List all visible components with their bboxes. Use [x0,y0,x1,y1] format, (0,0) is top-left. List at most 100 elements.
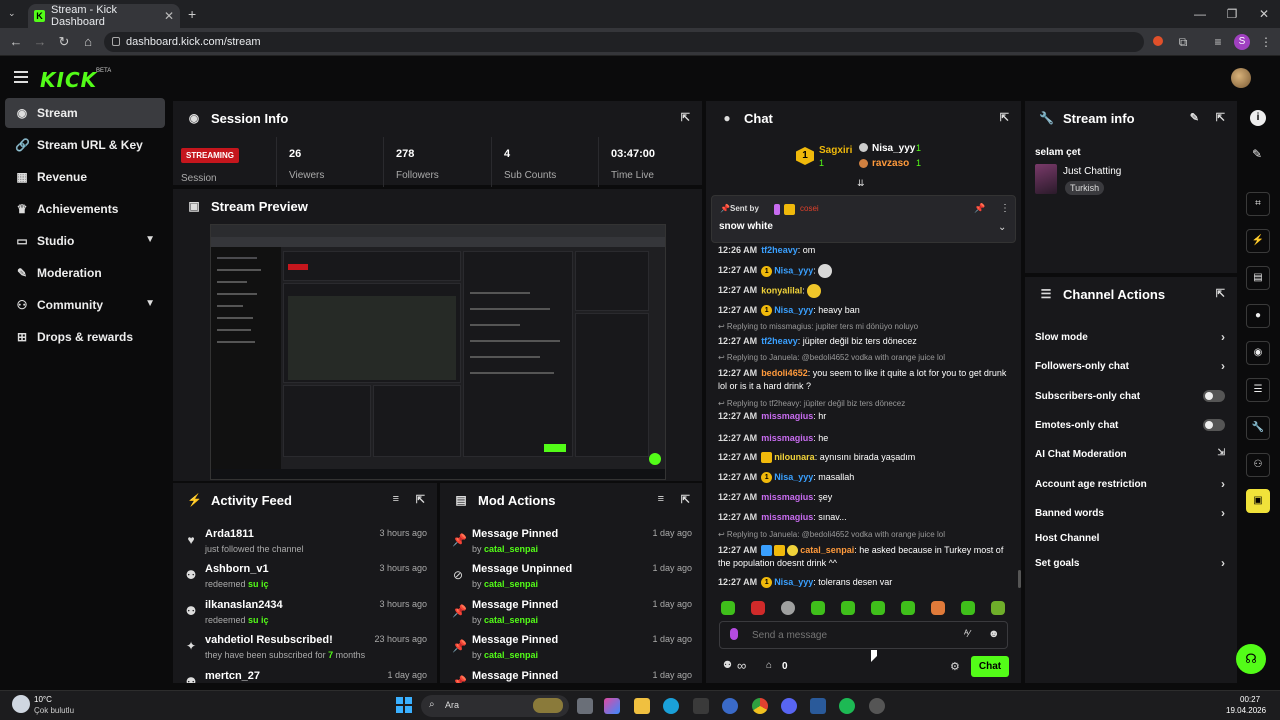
store-icon[interactable]: ⌂ [766,660,772,671]
chat-username[interactable]: nilounara [774,452,815,462]
chat-message[interactable]: 12:27 AM 1 Nisa_yyy: [718,264,1016,278]
store-app-icon[interactable] [693,698,709,714]
collapse-gifters-icon[interactable]: ⇊ [857,178,869,188]
weather-icon[interactable] [12,695,30,713]
kick-logo[interactable]: KICK [40,68,97,92]
info-icon[interactable]: i [1250,110,1266,126]
popout-icon[interactable]: ⇱ [681,111,690,124]
banned-words-item[interactable]: Banned words › [1035,506,1225,520]
chat-username[interactable]: bedoli4652 [761,368,808,378]
pinned-message[interactable]: 📌 Sent by cosei snow white 📌 ⋮ ⌄ [711,195,1016,243]
chevron-down-icon[interactable]: ⌄ [998,222,1006,233]
discord-icon[interactable] [781,698,797,714]
chat-scrollbar[interactable] [1018,570,1021,588]
chrome-icon[interactable] [752,698,768,714]
emote-button[interactable] [721,601,735,615]
chat-username[interactable]: missmagius [761,492,813,502]
popout-icon[interactable]: ⇱ [416,493,425,506]
account-age-item[interactable]: Account age restriction › [1035,477,1225,491]
emote-button[interactable] [961,601,975,615]
chat-username[interactable]: catal_senpai [800,545,854,555]
chat-message[interactable]: 12:27 AM missmagius: şey [718,491,1016,504]
media-icon[interactable]: ≡ [1210,34,1226,50]
slow-mode-item[interactable]: Slow mode › [1035,330,1225,344]
chat-username[interactable]: missmagius [761,512,813,522]
activity-row[interactable]: ⚉ mertcn_27 1 day ago [173,665,437,683]
sidebar-item-community[interactable]: ⚇ Community ▼ [5,290,165,320]
reload-icon[interactable]: ↻ [56,34,72,50]
hamburger-menu-icon[interactable] [14,71,28,83]
steam-icon[interactable] [810,698,826,714]
emote-button[interactable] [781,601,795,615]
chat-identity-icon[interactable] [730,628,738,640]
stream-preview-video[interactable] [210,224,666,480]
popout-icon[interactable]: ⇱ [1216,287,1225,300]
chat-reply-context[interactable]: ↩ Replying to tf2heavy: jüpiter değil bi… [718,399,905,408]
spotify-icon[interactable] [839,698,855,714]
chat-message[interactable]: 12:27 AM 1 Nisa_yyy: heavy ban [718,304,1016,317]
chat-bubble-icon[interactable]: ● [1246,304,1270,328]
file-explorer-icon[interactable] [634,698,650,714]
sidebar-item-achievements[interactable]: ♛ Achievements [5,194,165,224]
gifter-name[interactable]: ravzaso [872,158,909,169]
emote-button[interactable] [991,601,1005,615]
chat-message[interactable]: 12:27 AM missmagius: he [718,432,1016,445]
filter-icon[interactable]: ≡ [658,493,664,505]
emote-button[interactable] [811,601,825,615]
sidebar-item-studio[interactable]: ▭ Studio ▼ [5,226,165,256]
mod-row[interactable]: 📌 Message Pinned by catal_senpai 1 day ago [440,523,702,558]
popout-icon[interactable]: ⇱ [1000,111,1009,124]
sidebar-item-stream[interactable]: ◉ Stream [5,98,165,128]
minimize-icon[interactable]: — [1184,0,1216,28]
user-avatar[interactable] [1231,68,1251,88]
activity-row[interactable]: ⚉ ilkanaslan2434 redeemed su iç 3 hours ago [173,594,437,629]
chat-message[interactable]: 12:27 AM missmagius: sınav... [718,511,1016,524]
emote-button[interactable] [871,601,885,615]
menu-icon[interactable]: ⋮ [1258,34,1274,50]
gifter-name[interactable]: Nisa_yyy [872,143,915,154]
emote-button[interactable] [751,601,765,615]
chat-username[interactable]: Nisa_yyy [774,305,813,315]
chat-reply-context[interactable]: ↩ Replying to Januela: @bedoli4652 vodka… [718,353,945,362]
bolt-icon[interactable]: ⚡ [1246,229,1270,253]
chat-username[interactable]: Nisa_yyy [774,265,813,275]
emote-button[interactable] [901,601,915,615]
chat-username[interactable]: missmagius [761,433,813,443]
set-goals-item[interactable]: Set goals › [1035,556,1225,570]
chat-settings-gear-icon[interactable]: ⚙ [950,660,960,673]
mod-row[interactable]: 📌 Message Pinned by catal_senpai 1 day ago [440,594,702,629]
filter-icon[interactable]: ≡ [393,493,399,505]
reward-icon[interactable]: ⚉ [723,660,732,671]
chat-username[interactable]: Nisa_yyy [774,472,813,482]
emote-button[interactable] [931,601,945,615]
emote-button[interactable] [841,601,855,615]
support-headset-icon[interactable]: ☊ [1236,644,1266,674]
document-icon[interactable]: ▤ [1246,266,1270,290]
site-info-icon[interactable] [112,37,120,46]
popout-icon[interactable]: ⇱ [681,493,690,506]
task-view-icon[interactable] [577,698,593,714]
host-channel-item[interactable]: Host Channel [1035,533,1225,544]
taskbar-search[interactable]: ⌕ Ara [421,695,569,717]
chat-username[interactable]: missmagius [761,411,813,421]
followers-only-item[interactable]: Followers-only chat › [1035,359,1225,373]
profile-avatar[interactable]: S [1234,34,1250,50]
chat-message[interactable]: 12:27 AM bedoli4652: you seem to like it … [718,367,1016,393]
sidebar-item-moderation[interactable]: ✎ Moderation [5,258,165,288]
forward-icon[interactable]: → [32,34,48,50]
chat-reply-context[interactable]: ↩ Replying to Januela: @bedoli4652 vodka… [718,530,945,539]
activity-row[interactable]: ⚉ Ashborn_v1 redeemed su iç 3 hours ago [173,558,437,593]
scan-icon[interactable]: ⌗ [1246,192,1270,216]
mod-row[interactable]: 📌 Message Pinned 1 day ago [440,665,702,683]
popout-icon[interactable]: ⇱ [1216,111,1225,124]
browser-tab[interactable]: K Stream - Kick Dashboard ✕ [28,4,180,28]
chat-message[interactable]: 12:26 AM tf2heavy: om [718,244,1016,257]
gifter-name[interactable]: Sagxiri [819,145,852,156]
sidebar-item-revenue[interactable]: ▦ Revenue [5,162,165,192]
broadcast-icon[interactable]: ◉ [1246,341,1270,365]
chat-message[interactable]: 12:27 AM missmagius: hr [718,410,1016,423]
mod-row[interactable]: 📌 Message Pinned by catal_senpai 1 day ago [440,629,702,664]
close-tab-icon[interactable]: ✕ [164,9,174,23]
edit-pencil-icon[interactable]: ✎ [1252,147,1262,161]
sidebar-item-stream-url-key[interactable]: 🔗 Stream URL & Key [5,130,165,160]
